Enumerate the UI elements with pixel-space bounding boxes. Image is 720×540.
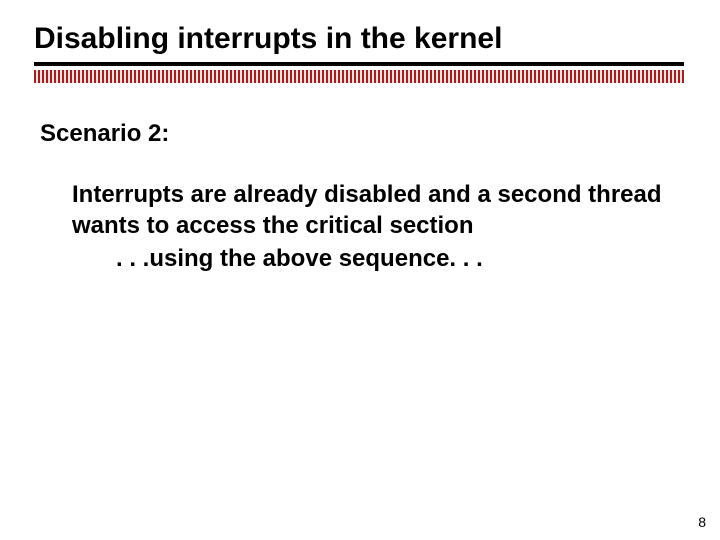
slide: Disabling interrupts in the kernel Scena… — [0, 0, 720, 540]
body-line-2: . . .using the above sequence. . . — [72, 244, 662, 275]
title-hatched-bar — [34, 70, 684, 83]
scenario-label: Scenario 2: — [40, 120, 169, 148]
body-text: Interrupts are already disabled and a se… — [72, 180, 662, 275]
page-number: 8 — [698, 514, 706, 530]
title-underline — [34, 62, 684, 66]
body-line-1: Interrupts are already disabled and a se… — [72, 180, 662, 241]
slide-title: Disabling interrupts in the kernel — [34, 22, 502, 56]
